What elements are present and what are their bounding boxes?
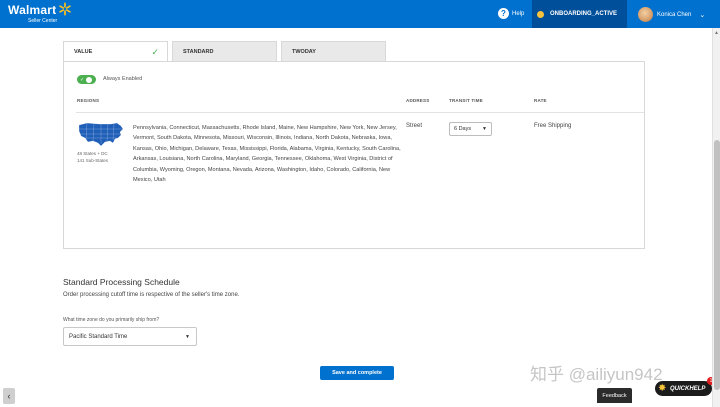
transit-time-value: 6 Days xyxy=(454,126,472,132)
user-name: Konica Chen xyxy=(657,11,692,18)
map-caption-states: 48 States + DC xyxy=(77,151,108,156)
scrollbar-thumb[interactable] xyxy=(714,140,720,390)
help-button[interactable]: ? Help xyxy=(498,8,524,19)
quickhelp-button[interactable]: ✸ QUICKHELP 1 xyxy=(655,377,715,396)
tab-twoday[interactable]: TWODAY xyxy=(281,41,386,62)
check-icon: ✓ xyxy=(80,76,85,83)
shipping-tabs: VALUE ✓ STANDARD TWODAY xyxy=(63,41,386,62)
toggle-knob xyxy=(86,76,93,83)
walmart-logo[interactable]: Walmart Seller Center xyxy=(8,2,72,24)
watermark: 知乎 @ailiyun942 xyxy=(530,365,663,384)
schedule-title: Standard Processing Schedule xyxy=(63,277,180,287)
us-map-icon xyxy=(78,122,124,147)
column-header-address: ADDRESS xyxy=(406,98,430,103)
tab-standard[interactable]: STANDARD xyxy=(172,41,277,62)
shipping-panel: ✓ Always Enabled REGIONS ADDRESS TRANSIT… xyxy=(63,61,645,249)
address-value: Street xyxy=(406,123,423,129)
rate-value: Free Shipping xyxy=(534,123,572,129)
column-header-regions: REGIONS xyxy=(77,98,100,103)
feedback-button[interactable]: Feedback xyxy=(597,388,632,403)
save-and-complete-button[interactable]: Save and complete xyxy=(320,366,394,380)
tab-label: VALUE xyxy=(74,49,93,55)
scrollbar[interactable]: ▲ xyxy=(712,28,720,407)
enabled-toggle[interactable]: ✓ xyxy=(77,75,96,84)
star-icon: ✸ xyxy=(658,382,667,394)
quickhelp-label: QUICKHELP xyxy=(670,385,706,392)
transit-time-select[interactable]: 6 Days ▼ xyxy=(449,122,492,136)
always-enabled-label: Always Enabled xyxy=(103,76,143,82)
user-menu[interactable]: Konica Chen ⌄ xyxy=(638,7,705,22)
help-icon: ? xyxy=(498,8,509,19)
chevron-down-icon: ⌄ xyxy=(699,11,706,19)
logo-text: Walmart xyxy=(8,3,57,17)
top-header: Walmart Seller Center ? Help ONBOARDING_… xyxy=(0,0,720,28)
divider xyxy=(76,112,644,113)
check-icon: ✓ xyxy=(151,46,159,57)
logo-subtitle: Seller Center xyxy=(28,18,58,24)
spark-icon xyxy=(59,2,72,16)
status-dot-icon xyxy=(537,10,544,18)
status-label: ONBOARDING_ACTIVE xyxy=(550,11,618,17)
timezone-value: Pacific Standard Time xyxy=(69,333,128,340)
status-indicator[interactable]: ONBOARDING_ACTIVE xyxy=(532,0,627,28)
help-label: Help xyxy=(512,10,525,17)
map-caption-substates: 141 Sub-States xyxy=(77,157,109,163)
map-caption: 48 States + DC 141 Sub-States xyxy=(77,151,108,164)
timezone-select[interactable]: Pacific Standard Time ▼ xyxy=(63,327,197,346)
schedule-description: Order processing cutoff time is respecti… xyxy=(63,292,240,298)
tab-label: TWODAY xyxy=(292,48,316,55)
dropdown-arrow-icon: ▼ xyxy=(482,126,487,132)
tab-value[interactable]: VALUE ✓ xyxy=(63,41,168,62)
avatar xyxy=(638,7,653,22)
tab-label: STANDARD xyxy=(183,48,214,55)
scroll-up-icon[interactable]: ▲ xyxy=(714,30,719,36)
column-header-transit: TRANSIT TIME xyxy=(449,98,483,103)
collapse-left-button[interactable]: ‹ xyxy=(3,388,15,404)
timezone-label: What time zone do you primarily ship fro… xyxy=(63,317,160,323)
column-header-rate: RATE xyxy=(534,98,547,103)
dropdown-arrow-icon: ▼ xyxy=(185,334,190,340)
regions-list: Pennsylvania, Connecticut, Massachusetts… xyxy=(133,125,401,184)
